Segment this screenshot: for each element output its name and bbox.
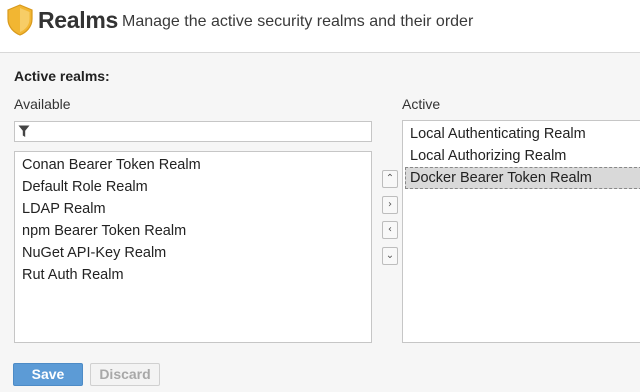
chevron-left-icon: ‹ bbox=[388, 224, 392, 235]
move-down-button[interactable]: ⌄ bbox=[382, 247, 398, 265]
available-list[interactable]: Conan Bearer Token Realm Default Role Re… bbox=[14, 151, 372, 343]
active-label: Active bbox=[402, 96, 441, 112]
available-item-nuget[interactable]: NuGet API-Key Realm bbox=[20, 242, 366, 264]
available-label: Available bbox=[14, 96, 71, 112]
page-subtitle: Manage the active security realms and th… bbox=[122, 13, 474, 30]
available-item-rut-auth[interactable]: Rut Auth Realm bbox=[20, 264, 366, 286]
chevron-up-icon: ⌃ bbox=[385, 173, 395, 184]
active-item-docker-selected[interactable]: Docker Bearer Token Realm bbox=[405, 167, 640, 189]
move-to-available-button[interactable]: ‹ bbox=[382, 221, 398, 239]
available-filter-input[interactable] bbox=[14, 121, 372, 142]
available-item-ldap[interactable]: LDAP Realm bbox=[20, 198, 366, 220]
realms-panel: Active realms: Available Active Conan Be… bbox=[0, 52, 640, 392]
page-title: Realms bbox=[38, 7, 119, 33]
active-item-local-authenticating[interactable]: Local Authenticating Realm bbox=[408, 123, 636, 145]
move-to-active-button[interactable]: › bbox=[382, 196, 398, 214]
chevron-down-icon: ⌄ bbox=[385, 250, 395, 261]
save-button[interactable]: Save bbox=[13, 363, 83, 386]
available-item-npm[interactable]: npm Bearer Token Realm bbox=[20, 220, 366, 242]
move-up-button[interactable]: ⌃ bbox=[382, 170, 398, 188]
discard-button[interactable]: Discard bbox=[90, 363, 160, 386]
available-item-conan[interactable]: Conan Bearer Token Realm bbox=[20, 154, 366, 176]
shield-icon bbox=[7, 4, 33, 36]
active-item-local-authorizing[interactable]: Local Authorizing Realm bbox=[408, 145, 636, 167]
filter-icon bbox=[18, 125, 30, 137]
section-label: Active realms: bbox=[14, 68, 110, 84]
page-header: Realms Manage the active security realms… bbox=[0, 0, 640, 48]
chevron-right-icon: › bbox=[388, 199, 392, 210]
active-list[interactable]: Local Authenticating Realm Local Authori… bbox=[402, 120, 640, 343]
available-item-default-role[interactable]: Default Role Realm bbox=[20, 176, 366, 198]
